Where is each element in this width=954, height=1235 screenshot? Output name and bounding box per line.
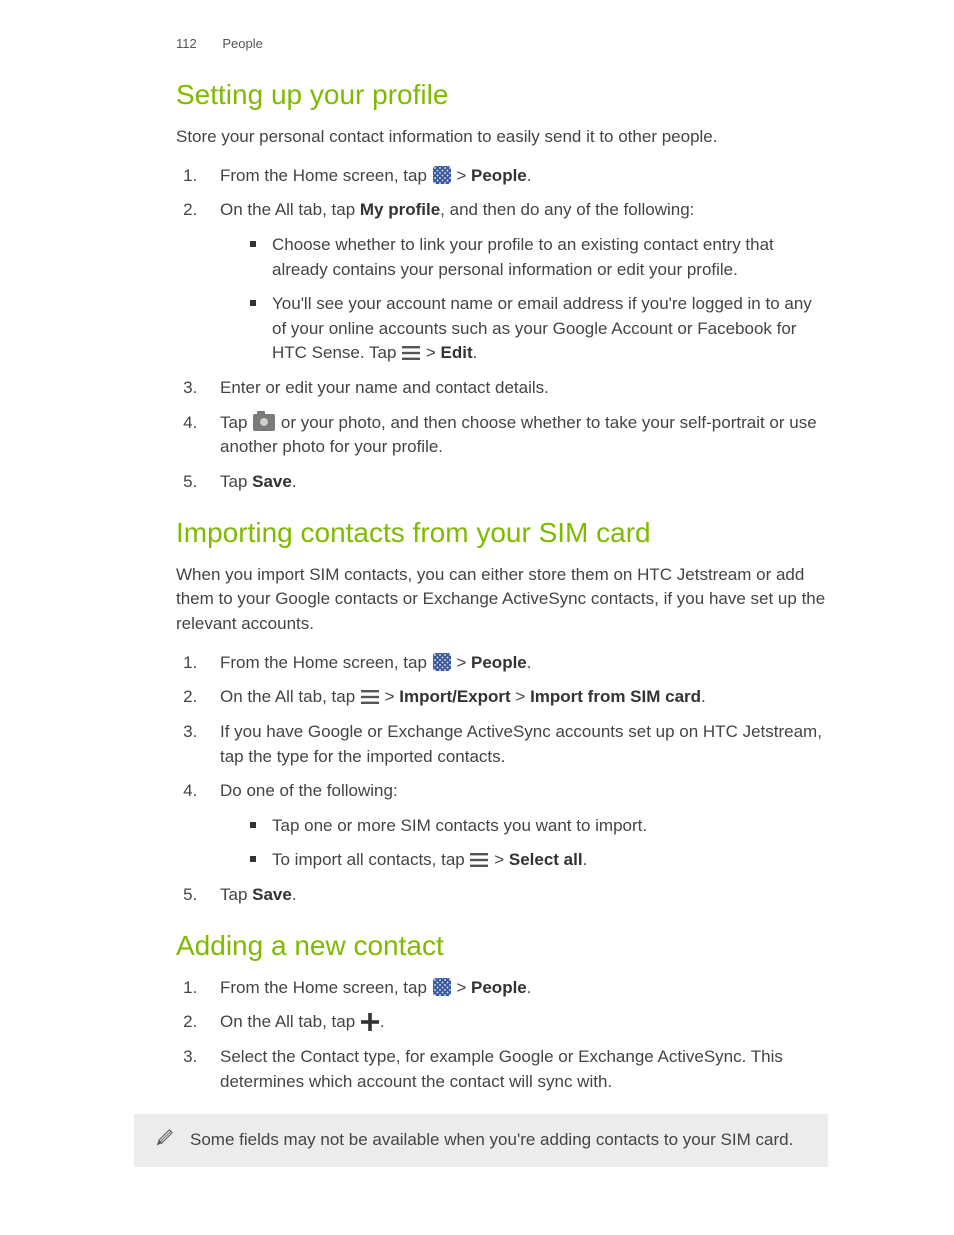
pencil-icon — [150, 1126, 176, 1152]
substeps: Tap one or more SIM contacts you want to… — [220, 814, 828, 873]
document-page: 112 People Setting up your profile Store… — [0, 0, 954, 1217]
step-1: From the Home screen, tap > People. — [202, 651, 828, 676]
heading-add-contact: Adding a new contact — [176, 930, 828, 962]
page-number: 112 — [176, 36, 197, 51]
plus-icon — [361, 1013, 379, 1031]
steps-add-contact: From the Home screen, tap > People. On t… — [176, 976, 828, 1095]
step-2: On the All tab, tap > Import/Export > Im… — [202, 685, 828, 710]
page-header: 112 People — [176, 36, 828, 51]
step-2: On the All tab, tap My profile, and then… — [202, 198, 828, 366]
note-box: Some fields may not be available when yo… — [134, 1114, 828, 1167]
step-4: Do one of the following: Tap one or more… — [202, 779, 828, 873]
step-2: On the All tab, tap . — [202, 1010, 828, 1035]
substeps: Choose whether to link your profile to a… — [220, 233, 828, 366]
step-5: Tap Save. — [202, 470, 828, 495]
steps-import-sim: From the Home screen, tap > People. On t… — [176, 651, 828, 908]
header-section: People — [222, 36, 262, 51]
steps-profile: From the Home screen, tap > People. On t… — [176, 164, 828, 495]
note-text: Some fields may not be available when yo… — [190, 1128, 793, 1153]
step-1: From the Home screen, tap > People. — [202, 164, 828, 189]
menu-icon — [470, 853, 488, 867]
menu-icon — [402, 346, 420, 360]
camera-icon — [253, 414, 275, 431]
bullet-tap-sim: Tap one or more SIM contacts you want to… — [256, 814, 828, 839]
heading-import-sim: Importing contacts from your SIM card — [176, 517, 828, 549]
step-3: Select the Contact type, for example Goo… — [202, 1045, 828, 1094]
apps-grid-icon — [433, 653, 451, 671]
apps-grid-icon — [433, 166, 451, 184]
menu-icon — [361, 690, 379, 704]
bullet-account-edit: You'll see your account name or email ad… — [256, 292, 828, 366]
step-1: From the Home screen, tap > People. — [202, 976, 828, 1001]
bullet-link-profile: Choose whether to link your profile to a… — [256, 233, 828, 282]
heading-profile: Setting up your profile — [176, 79, 828, 111]
step-4: Tap or your photo, and then choose wheth… — [202, 411, 828, 460]
step-5: Tap Save. — [202, 883, 828, 908]
step-3: If you have Google or Exchange ActiveSyn… — [202, 720, 828, 769]
apps-grid-icon — [433, 978, 451, 996]
bullet-select-all: To import all contacts, tap > Select all… — [256, 848, 828, 873]
step-3: Enter or edit your name and contact deta… — [202, 376, 828, 401]
intro-profile: Store your personal contact information … — [176, 125, 828, 150]
intro-import-sim: When you import SIM contacts, you can ei… — [176, 563, 828, 637]
